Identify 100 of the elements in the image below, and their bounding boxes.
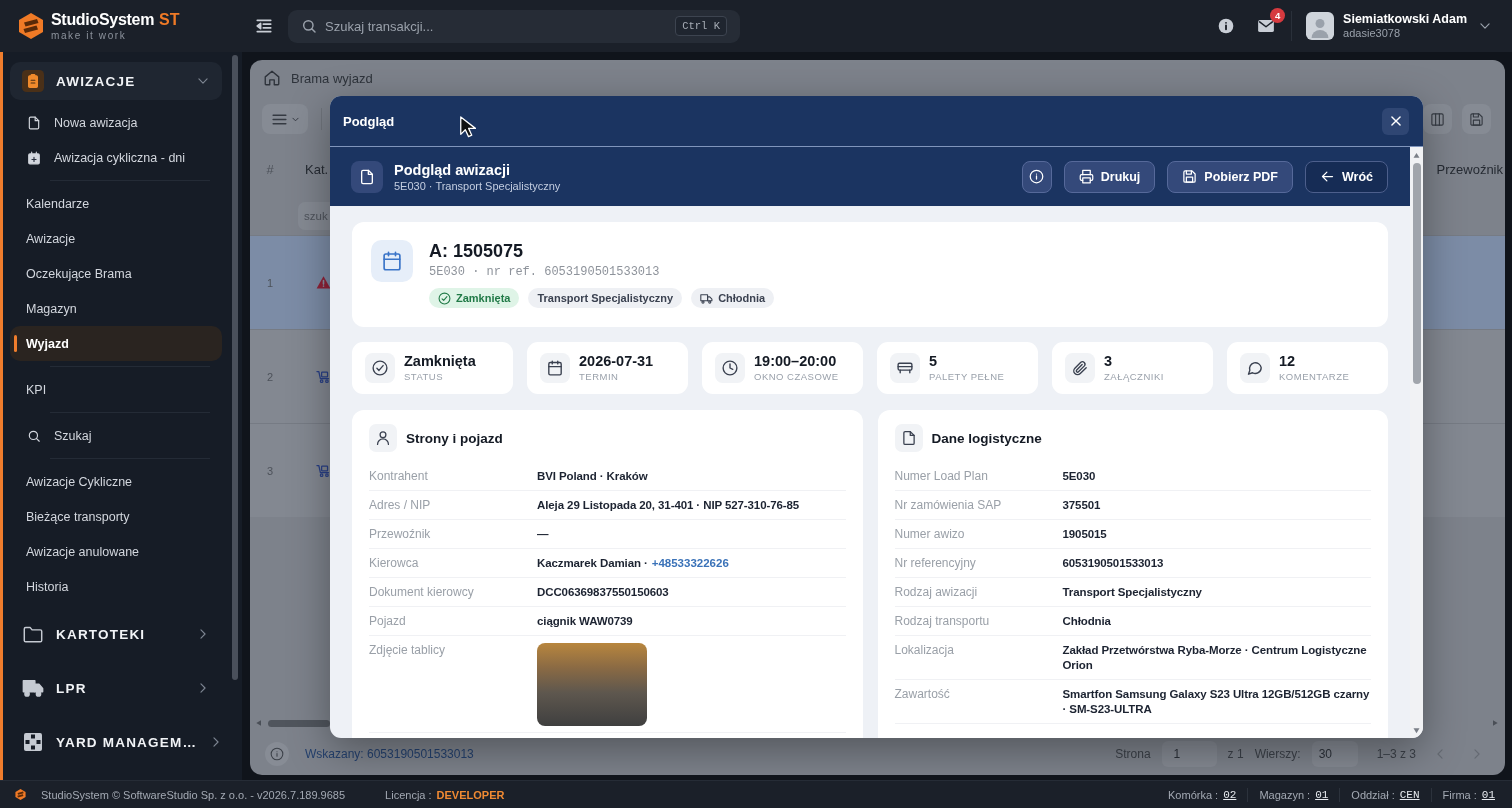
sidebar-group[interactable]: LPR: [10, 669, 222, 707]
field-value: Aleja 29 Listopada 20, 31-401 · NIP 527-310-76-85: [537, 498, 800, 513]
search-icon: [301, 18, 317, 34]
user-menu[interactable]: Siemiatkowski Adam adasie3078: [1306, 12, 1492, 40]
sidebar-item[interactable]: KPI: [10, 372, 222, 407]
sidebar-item[interactable]: Awizacja cykliczna - dni: [10, 140, 222, 175]
context-value[interactable]: 01: [1481, 788, 1495, 801]
user-name: Siemiatkowski Adam: [1343, 12, 1467, 27]
stat-label: TERMIN: [579, 371, 620, 383]
stat-label: OKNO CZASOWE: [754, 371, 839, 383]
context-value[interactable]: CEN: [1399, 788, 1420, 801]
field-label: Kontrahent: [369, 469, 429, 484]
field-value: Chłodnia: [1062, 614, 1111, 629]
pallet-icon: [890, 353, 920, 383]
field-label: Pojazd: [369, 614, 407, 629]
field-label: Nr zamówienia SAP: [894, 498, 1003, 513]
save-view-button[interactable]: [1462, 104, 1491, 134]
scroll-up-icon[interactable]: [1412, 151, 1421, 160]
clipboard-icon: [22, 70, 44, 92]
info-button[interactable]: [1218, 18, 1235, 34]
stat-label: KOMENTARZE: [1279, 371, 1350, 383]
back-button[interactable]: Wróć: [1304, 160, 1388, 193]
license-value: DEVELOPER: [436, 788, 505, 801]
info-button[interactable]: [1021, 160, 1052, 193]
scroll-down-icon[interactable]: [1412, 726, 1421, 735]
truck-icon: [22, 677, 44, 699]
sidebar-item[interactable]: Kalendarze: [10, 186, 222, 221]
tag: Transport Specjalistyczny: [528, 288, 683, 308]
sidebar-item[interactable]: Awizacje Cykliczne: [10, 464, 222, 499]
row-number: 1: [265, 276, 275, 289]
field-value: Smartfon Samsung Galaxy S23 Ultra 12GB/512GB czarny · SM-S23-ULTRA: [1062, 687, 1371, 717]
dialog-title: Podgląd: [343, 113, 395, 129]
file-icon: [27, 115, 41, 130]
field-label: Nr referencyjny: [894, 556, 977, 571]
home-icon: [263, 69, 281, 87]
cart-icon: [316, 369, 331, 384]
paperclip-icon: [1065, 353, 1095, 383]
field-label: Numer Load Plan: [894, 469, 989, 484]
messages-button[interactable]: [1257, 17, 1276, 35]
phone-link[interactable]: +48533322626: [651, 556, 729, 571]
sidebar-item[interactable]: Oczekujące Brama: [10, 256, 222, 291]
context-label: Firma :: [1442, 788, 1477, 801]
sidebar-group[interactable]: AWIZACJE: [10, 62, 222, 100]
page-count: z 1: [1227, 747, 1244, 761]
stat-label: STATUS: [404, 371, 445, 383]
page-label: Strona: [1115, 747, 1151, 761]
scrollbar-thumb[interactable]: [268, 719, 330, 727]
stat-label: ZAŁĄCZNIKI: [1104, 371, 1164, 383]
scroll-left-icon[interactable]: [255, 719, 263, 727]
photo-placeholder[interactable]: [537, 643, 647, 726]
sidebar-item[interactable]: Nowa awizacja: [10, 105, 222, 140]
scrollbar-thumb[interactable]: [232, 55, 238, 680]
field-value: —: [537, 527, 549, 542]
field-value: BVI Poland · Kraków: [537, 469, 648, 484]
search-icon: [27, 428, 41, 443]
logo-icon: [15, 788, 26, 801]
sidebar-item[interactable]: Historia: [10, 569, 222, 604]
stat-value: 12: [1279, 353, 1297, 370]
file-icon: [894, 424, 923, 452]
field-label: Zdjęcie tablicy: [369, 643, 447, 659]
arrow-left-icon: [1319, 169, 1335, 184]
chat-bubble-icon: [1240, 353, 1270, 383]
sidebar-group[interactable]: YARD MANAGEM…: [10, 723, 222, 761]
action-button[interactable]: Drukuj: [1063, 160, 1156, 193]
close-button[interactable]: [1382, 107, 1409, 135]
sidebar-item[interactable]: Szukaj: [10, 418, 222, 453]
sidebar-item[interactable]: Wyjazd: [10, 326, 222, 361]
scrollbar-thumb[interactable]: [1412, 163, 1421, 384]
check-circle-icon: [438, 291, 451, 305]
clock-icon: [715, 353, 745, 383]
field-value: 1905015: [1062, 527, 1107, 542]
scroll-right-icon[interactable]: [1491, 719, 1499, 727]
file-icon: [351, 160, 383, 193]
column-header[interactable]: Przewoźnik: [1436, 161, 1505, 177]
sidebar-group[interactable]: KARTOTEKI: [10, 615, 222, 653]
columns-button[interactable]: [1423, 104, 1452, 134]
field-value: Kaczmarek Damian ·: [537, 556, 648, 571]
field-label: Kierowca: [369, 556, 420, 571]
stat-value: 5: [929, 353, 939, 370]
sidebar-item[interactable]: Bieżące transporty: [10, 499, 222, 534]
search-field[interactable]: Szukaj transakcji... Ctrl K: [288, 9, 740, 43]
sidebar-item[interactable]: Magazyn: [10, 291, 222, 326]
brand-suffix: ST: [159, 11, 180, 28]
stat-value: Zamknięta: [404, 353, 476, 370]
preview-title: Podgląd awizacji: [394, 161, 512, 179]
context-value[interactable]: 02: [1223, 788, 1237, 801]
sidebar-item[interactable]: Awizacje: [10, 221, 222, 256]
avatar-icon: [1306, 12, 1335, 40]
context-value[interactable]: 01: [1315, 788, 1329, 801]
view-menu-button[interactable]: [262, 104, 308, 134]
license-label: Licencja :: [385, 788, 432, 801]
sidebar-item[interactable]: Awizacje anulowane: [10, 534, 222, 569]
field-label: Numer awizo: [894, 527, 966, 542]
action-button[interactable]: Pobierz PDF: [1167, 160, 1293, 193]
field-value: DCC06369837550150603: [537, 585, 669, 600]
stat-value: 3: [1104, 353, 1114, 370]
stat-value: 19:00–20:00: [754, 353, 838, 370]
field-value: ciągnik WAW0739: [537, 614, 633, 629]
field-value: 5E030: [1062, 469, 1096, 484]
context-label: Oddział :: [1351, 788, 1395, 801]
